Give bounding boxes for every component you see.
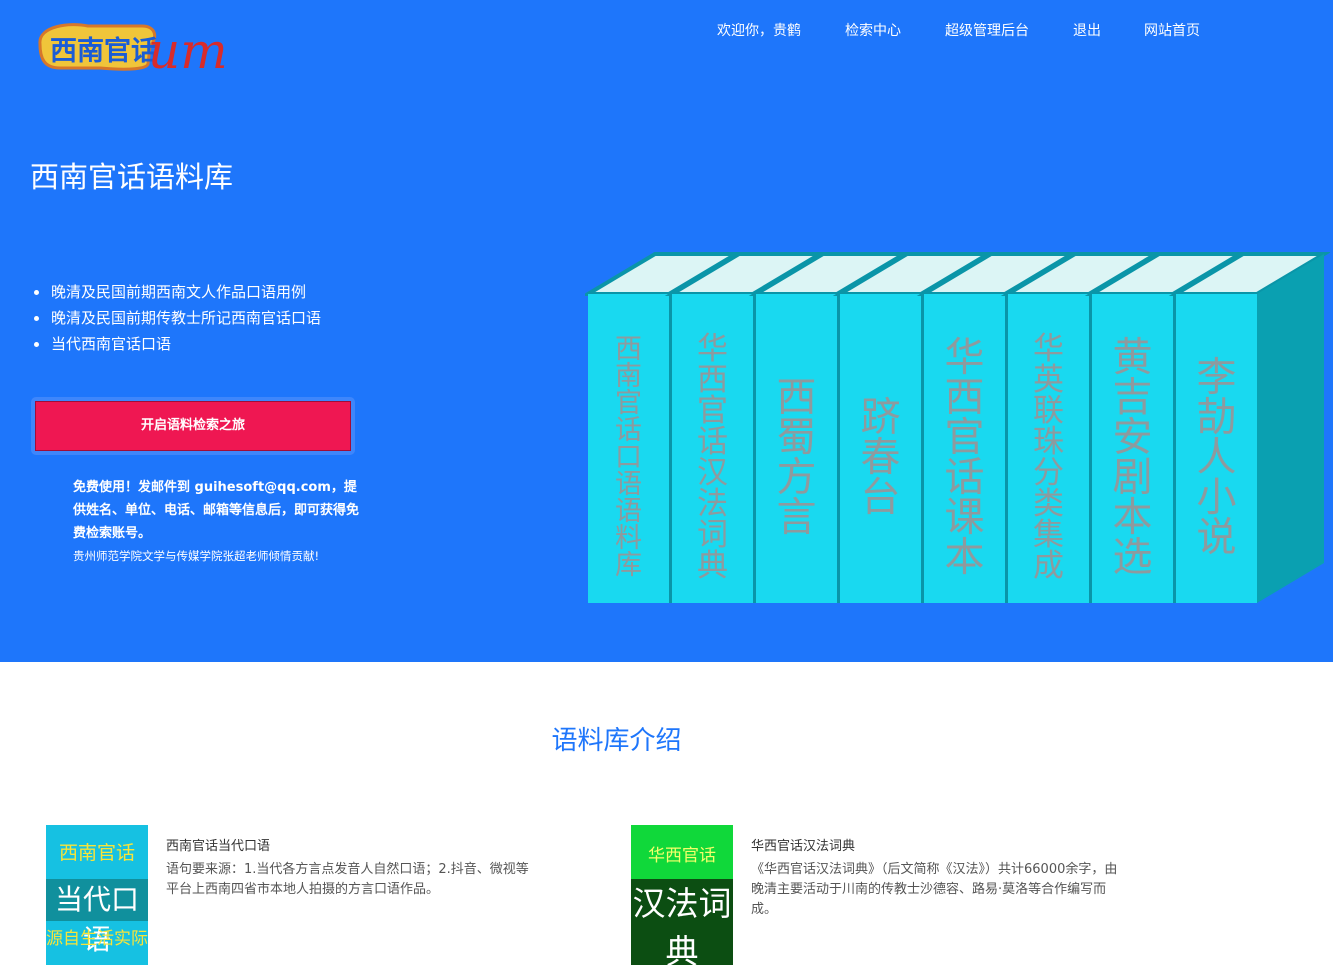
start-search-button[interactable]: 开启语料检索之旅 bbox=[35, 401, 351, 451]
book-title: 华英联珠分类集成 bbox=[1033, 331, 1064, 584]
book-title: 跻春台 bbox=[861, 395, 901, 521]
book-title: 华西官话汉法词典 bbox=[697, 331, 728, 584]
book-title: 李劼人小说 bbox=[1197, 355, 1237, 561]
book-divider bbox=[1089, 294, 1092, 603]
feature-list: 晚清及民国前期西南文人作品口语用例 晚清及民国前期传教士所记西南官话口语 当代西… bbox=[30, 282, 321, 360]
nav-search-center[interactable]: 检索中心 bbox=[845, 20, 901, 40]
thumb-line: 汉法词典 bbox=[632, 884, 732, 965]
feature-item: 当代西南官话口语 bbox=[30, 334, 321, 360]
hero-section: 西南官话 um 欢迎你，贵鹤 检索中心 超级管理后台 退出 网站首页 西南官话语… bbox=[0, 0, 1333, 662]
nav-admin[interactable]: 超级管理后台 bbox=[945, 20, 1029, 40]
book-divider bbox=[837, 294, 840, 603]
book-divider bbox=[1173, 294, 1176, 603]
card-title-dictionary[interactable]: 华西官话汉法词典 bbox=[751, 835, 855, 854]
book-title: 西南官话口语语料库 bbox=[615, 334, 642, 581]
bookshelf-side bbox=[1257, 254, 1324, 603]
free-use-notice: 免费使用！发邮件到 guihesoft@qq.com，提供姓名、单位、电话、邮箱… bbox=[73, 480, 360, 541]
book-divider bbox=[1005, 294, 1008, 603]
page-title: 西南官话语料库 bbox=[30, 160, 234, 194]
top-nav: 欢迎你，贵鹤 检索中心 超级管理后台 退出 网站首页 bbox=[0, 20, 1333, 44]
card-desc-contemporary: 语句要来源：1.当代各方言点发音人自然口语；2.抖音、微视等平台上西南四省市本地… bbox=[166, 862, 529, 897]
intro-title: 语料库介绍 bbox=[551, 726, 682, 756]
thumb-line: 源自生活实际 bbox=[46, 929, 148, 949]
card-desc-dictionary: 《华西官话汉法词典》（后文简称《汉法》）共计66000余字，由晚清主要活动于川南… bbox=[751, 862, 1118, 917]
book-title: 西蜀方言 bbox=[777, 375, 817, 541]
credit-line: 贵州师范学院文学与传媒学院张超老师倾情贡献! bbox=[73, 549, 320, 563]
nav-home[interactable]: 网站首页 bbox=[1144, 20, 1200, 40]
bookshelf-illustration: 西南官话口语语料库 华西官话汉法词典 西蜀方言 跻春台 华西官话课本 华英联珠分类集成 黄吉… bbox=[585, 252, 1330, 603]
card-title-contemporary[interactable]: 西南官话当代口语 bbox=[166, 835, 270, 854]
feature-item: 晚清及民国前期传教士所记西南官话口语 bbox=[30, 308, 321, 334]
card-thumbnail-dictionary[interactable]: 华西官话 汉法词典 bbox=[631, 825, 733, 965]
cta-button-frame: 开启语料检索之旅 bbox=[31, 397, 355, 455]
thumb-line: 华西官话 bbox=[648, 846, 716, 866]
feature-item: 晚清及民国前期西南文人作品口语用例 bbox=[30, 282, 321, 308]
nav-welcome-user[interactable]: 欢迎你，贵鹤 bbox=[717, 20, 801, 40]
book-divider bbox=[669, 294, 672, 603]
book-title: 黄吉安剧本选 bbox=[1113, 335, 1153, 581]
book-divider bbox=[753, 294, 756, 603]
card-thumbnail-contemporary[interactable]: 西南官话 当代口语 源自生活实际 bbox=[46, 825, 148, 965]
book-divider bbox=[921, 294, 924, 603]
book-title: 华西官话课本 bbox=[945, 335, 985, 581]
thumb-line: 西南官话 bbox=[58, 842, 135, 864]
nav-logout[interactable]: 退出 bbox=[1073, 20, 1101, 40]
